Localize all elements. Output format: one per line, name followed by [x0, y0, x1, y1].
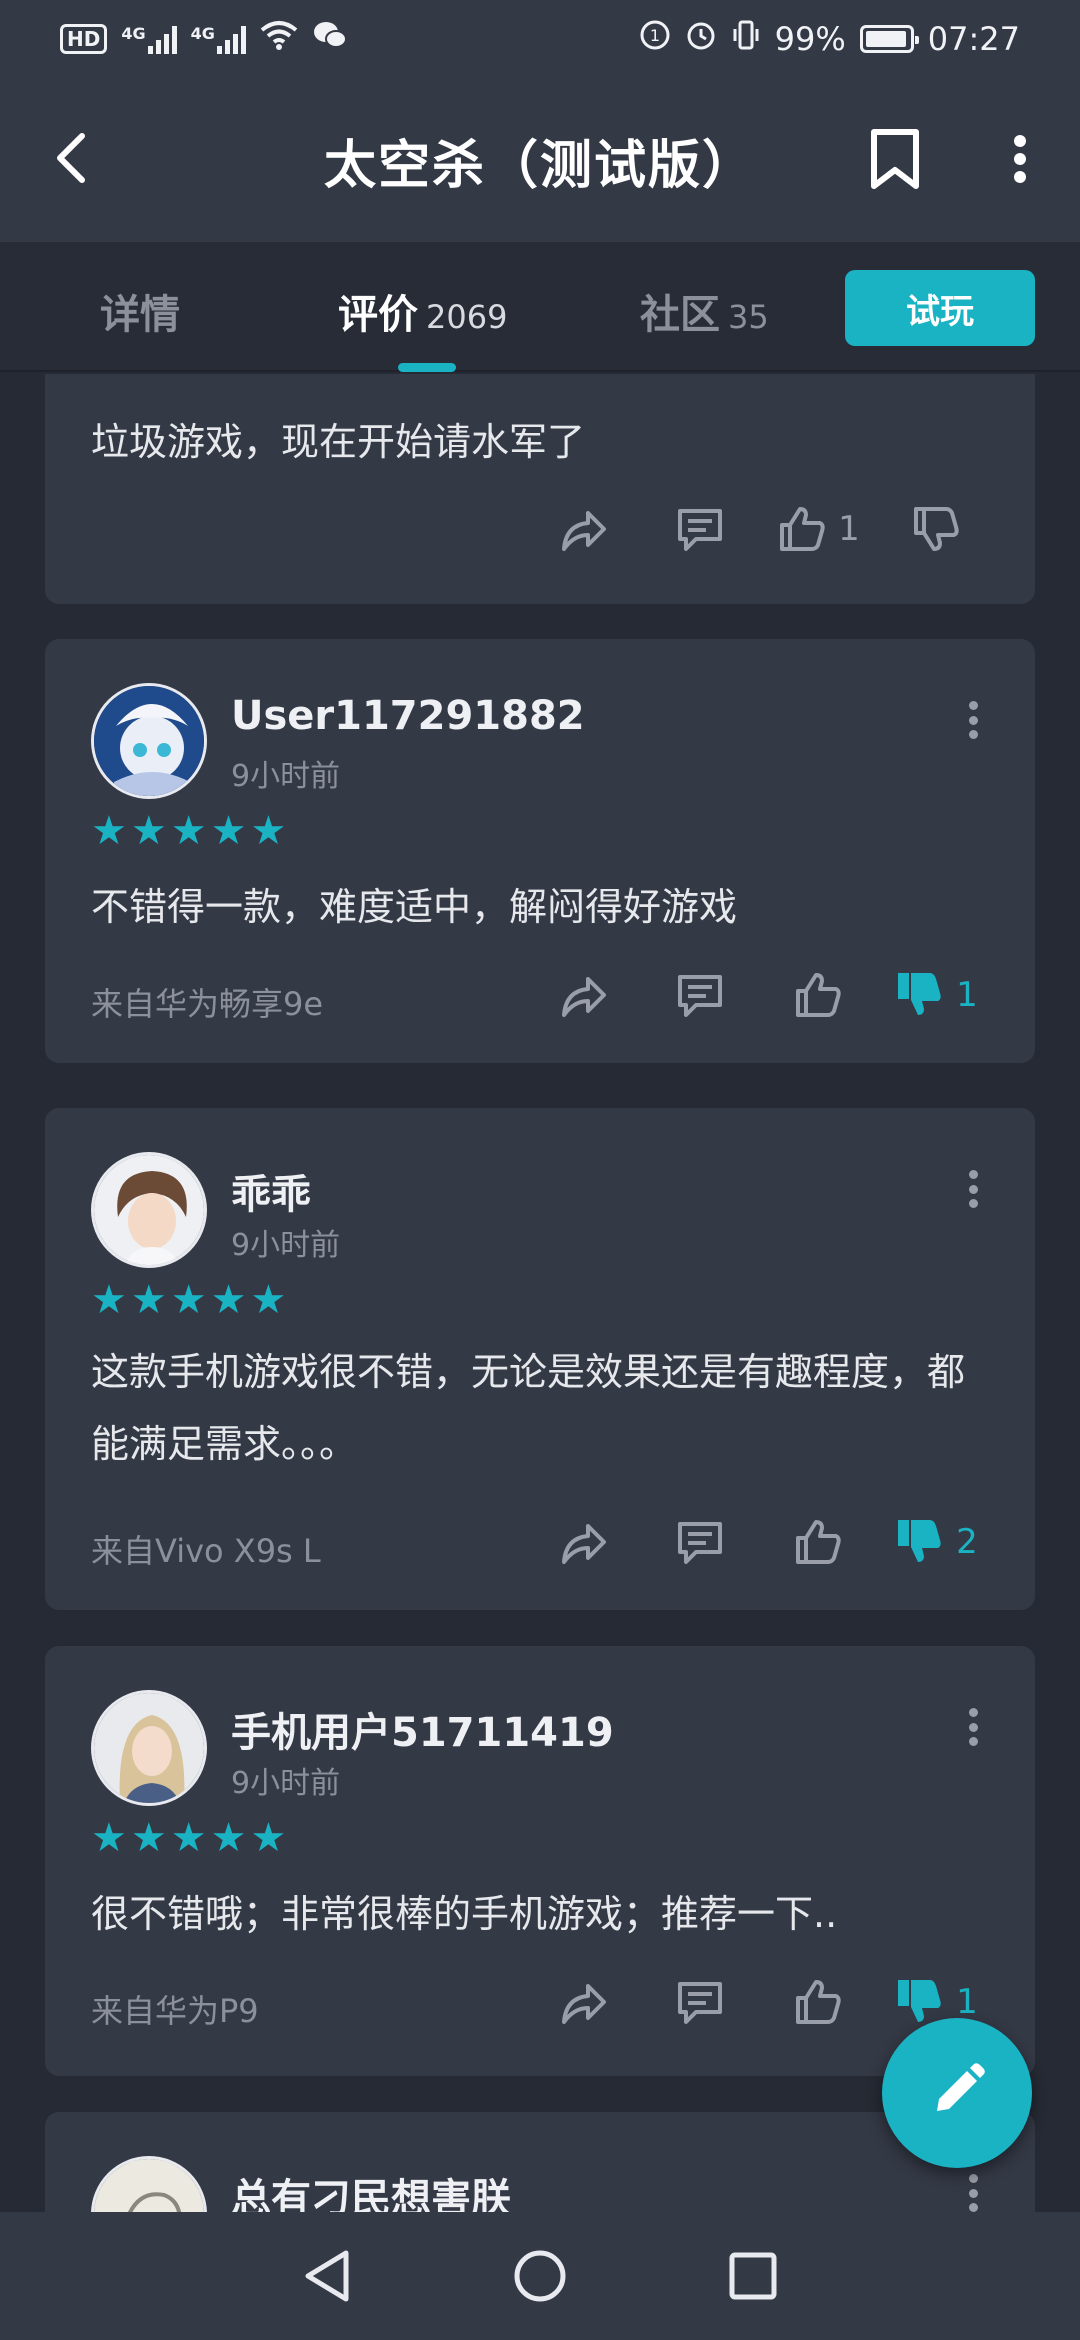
review-text: 这款手机游戏很不错，无论是效果还是有趣程度，都能满足需求。。。	[91, 1350, 966, 1466]
comment-icon[interactable]	[641, 499, 759, 559]
tab-bar: 详情 评价 2069 社区 35 试玩	[0, 242, 1080, 372]
comment-icon[interactable]	[641, 1512, 759, 1572]
community-count: 35	[728, 298, 769, 336]
battery-icon	[859, 25, 919, 53]
review-text: 垃圾游戏，现在开始请水军了	[91, 420, 586, 464]
review-time: 9小时前	[231, 1766, 341, 1801]
active-tab-indicator	[398, 363, 456, 372]
more-icon[interactable]	[963, 2168, 983, 2212]
dislike-count: 1	[956, 1982, 978, 2022]
username[interactable]: 手机用户51711419	[231, 1700, 614, 1758]
bookmark-icon[interactable]	[860, 124, 930, 194]
thumbs-up-icon[interactable]	[759, 1512, 877, 1572]
edit-icon	[927, 2061, 987, 2125]
tab-reviews[interactable]: 评价 2069	[338, 282, 507, 340]
username[interactable]: User117291882	[231, 693, 585, 739]
username[interactable]: 总有刁民想害朕	[231, 2166, 511, 2212]
comment-icon[interactable]	[641, 965, 759, 1025]
alarm-icon	[685, 19, 717, 59]
nav-back-icon[interactable]	[287, 2236, 367, 2316]
reviews-list[interactable]: 垃圾游戏，现在开始请水军了 1 User117291882 9小时前 ★ ★ ★ ★ ★…	[0, 374, 1080, 2212]
nav-home-icon[interactable]	[500, 2236, 580, 2316]
avatar[interactable]	[91, 683, 207, 799]
review-actions: 1	[523, 1972, 995, 2032]
thumbs-down-icon[interactable]	[877, 499, 995, 559]
thumbs-up-icon[interactable]	[759, 1972, 877, 2032]
share-icon[interactable]	[523, 1972, 641, 2032]
username[interactable]: 乖乖	[231, 1162, 311, 1220]
comment-icon[interactable]	[641, 1972, 759, 2032]
hd-indicator: HD	[60, 24, 108, 54]
device-label: 来自华为畅享9e	[91, 985, 324, 1023]
try-play-button[interactable]: 试玩	[845, 270, 1035, 346]
review-card: 乖乖 9小时前 ★ ★ ★ ★ ★ 这款手机游戏很不错，无论是效果还是有趣程度，都能满足…	[45, 1108, 1035, 1610]
back-icon[interactable]	[40, 128, 100, 188]
signal-icon-2: 4G	[191, 24, 246, 54]
thumbs-up-icon[interactable]	[759, 965, 877, 1025]
review-card: 总有刁民想害朕	[45, 2112, 1035, 2212]
device-label: 来自Vivo X9s L	[91, 1532, 321, 1570]
reviews-count: 2069	[426, 298, 508, 336]
review-actions: 1	[523, 965, 995, 1025]
share-icon[interactable]	[523, 499, 641, 559]
like-count: 1	[838, 509, 860, 549]
review-card: User117291882 9小时前 ★ ★ ★ ★ ★ 不错得一款，难度适中，解闷得好…	[45, 639, 1035, 1063]
data-saver-icon: 1	[639, 19, 671, 59]
thumbs-up-icon[interactable]: 1	[759, 499, 877, 559]
device-label: 来自华为P9	[91, 1992, 259, 2030]
wifi-icon	[260, 20, 298, 58]
review-actions: 2	[523, 1512, 995, 1572]
star-rating: ★ ★ ★ ★ ★	[91, 1277, 287, 1323]
tab-community[interactable]: 社区 35	[640, 282, 769, 340]
thumbs-down-icon[interactable]: 2	[877, 1512, 995, 1572]
more-icon[interactable]	[963, 1164, 983, 1214]
system-nav-bar	[0, 2212, 1080, 2340]
avatar[interactable]	[91, 1690, 207, 1806]
status-bar: HD 4G 4G 1 99% 07:27	[0, 0, 1080, 78]
vibrate-icon	[731, 19, 761, 59]
tab-details[interactable]: 详情	[100, 282, 180, 340]
more-icon[interactable]	[963, 1702, 983, 1752]
nav-recents-icon[interactable]	[713, 2236, 793, 2316]
thumbs-down-icon[interactable]: 1	[877, 965, 995, 1025]
review-time: 9小时前	[231, 1228, 341, 1263]
app-header: 太空杀（测试版）	[0, 78, 1080, 242]
battery-percent: 99%	[774, 20, 846, 58]
dislike-count: 2	[956, 1522, 978, 1562]
write-review-button[interactable]	[882, 2018, 1032, 2168]
avatar[interactable]	[91, 1152, 207, 1268]
share-icon[interactable]	[523, 1512, 641, 1572]
share-icon[interactable]	[523, 965, 641, 1025]
star-rating: ★ ★ ★ ★ ★	[91, 808, 287, 854]
page-title: 太空杀（测试版）	[323, 135, 756, 196]
clock: 07:27	[927, 20, 1020, 58]
review-time: 9小时前	[231, 759, 341, 794]
review-actions: 1	[523, 499, 995, 559]
signal-icon-1: 4G	[121, 24, 177, 54]
review-card: 垃圾游戏，现在开始请水军了 1	[45, 374, 1035, 604]
review-card: 手机用户51711419 9小时前 ★ ★ ★ ★ ★ 很不错哦；非常很棒的手机游戏；推…	[45, 1646, 1035, 2076]
star-rating: ★ ★ ★ ★ ★	[91, 1815, 287, 1861]
wechat-icon	[312, 20, 348, 58]
review-text: 很不错哦；非常很棒的手机游戏；推荐一下..	[91, 1892, 838, 1936]
more-icon[interactable]	[990, 124, 1050, 194]
dislike-count: 1	[956, 975, 978, 1015]
svg-text:1: 1	[650, 26, 660, 45]
avatar[interactable]	[91, 2156, 207, 2212]
review-text: 不错得一款，难度适中，解闷得好游戏	[91, 885, 738, 929]
more-icon[interactable]	[963, 695, 983, 745]
